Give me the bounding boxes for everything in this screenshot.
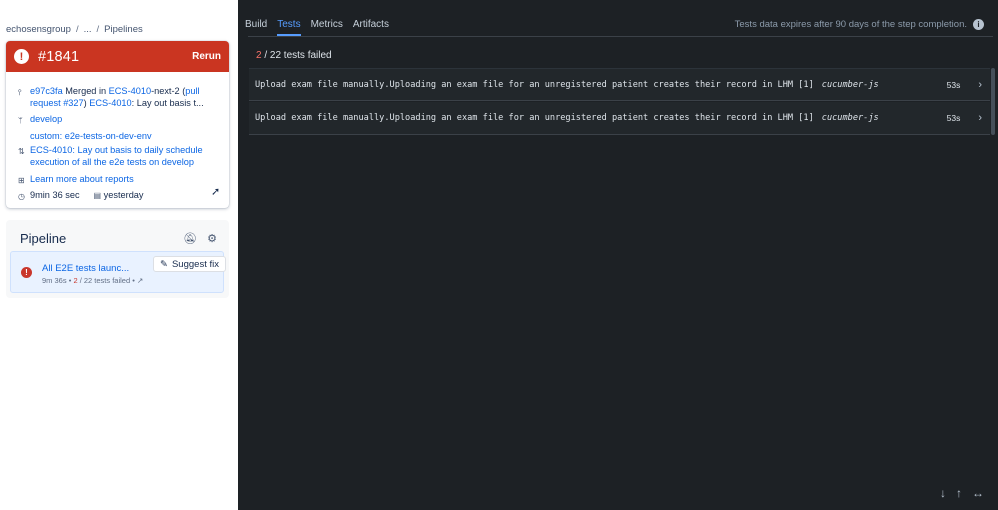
commit-text: Merged in: [62, 86, 109, 96]
test-duration: 53s: [946, 113, 961, 123]
test-summary: 2 / 22 tests failed: [256, 50, 332, 61]
learn-more-link[interactable]: Learn more about reports: [30, 174, 134, 186]
step-error-icon: !: [21, 267, 32, 278]
branch-info: ᛘ develop: [18, 114, 62, 126]
step-duration: 9m 36s: [42, 276, 67, 285]
mouse-cursor-icon: ➚: [211, 186, 221, 198]
expiry-note: Tests data expires after 90 days of the …: [735, 19, 984, 30]
step-bullet: •: [68, 276, 72, 285]
pipeline-step[interactable]: ! All E2E tests launc... 9m 36s • 2 / 22…: [10, 251, 226, 293]
branch-link[interactable]: develop: [30, 114, 62, 126]
suggest-fix-label: Suggest fix: [171, 258, 219, 270]
build-number: #1841: [38, 48, 80, 65]
arrow-down-icon[interactable]: ↓: [940, 486, 946, 500]
commit-text: -next-2 (: [151, 86, 186, 96]
test-framework: cucumber-js: [821, 79, 879, 90]
breadcrumb-ellipsis[interactable]: ...: [84, 24, 92, 35]
test-row[interactable]: Upload exam file manually.Uploading an e…: [249, 102, 990, 135]
info-icon[interactable]: i: [973, 19, 984, 30]
breadcrumb-workspace[interactable]: echosensgroup: [6, 24, 71, 35]
step-total: / 22 tests failed: [77, 276, 131, 285]
expand-horizontal-icon[interactable]: ↔: [972, 486, 984, 500]
breadcrumb-separator: /: [96, 24, 100, 35]
build-date: yesterday: [103, 190, 144, 200]
test-duration: 53s: [946, 79, 961, 90]
tab-divider: [248, 36, 993, 37]
tab-build[interactable]: Build: [245, 19, 267, 36]
commit-issue-link[interactable]: ECS-4010: [109, 86, 151, 96]
breadcrumb-separator: /: [75, 24, 79, 35]
chevron-right-icon[interactable]: ›: [978, 112, 982, 124]
expiry-text: Tests data expires after 90 days of the …: [734, 19, 967, 30]
commit-text: : Lay out basis t...: [131, 97, 204, 108]
custom-pipeline-link[interactable]: custom: e2e-tests-on-dev-env: [30, 131, 152, 143]
tab-artifacts[interactable]: Artifacts: [353, 19, 389, 36]
test-name: Upload exam file manually.Uploading an e…: [255, 113, 814, 123]
suggest-fix-button[interactable]: ✎ Suggest fix: [153, 256, 226, 272]
tab-bar: Build Tests Metrics Artifacts: [245, 19, 389, 36]
commit-hash-link[interactable]: e97c3fa: [30, 86, 63, 96]
bell-off-icon[interactable]: 🔕︎: [183, 232, 197, 245]
log-panel: Build Tests Metrics Artifacts Tests data…: [238, 0, 998, 510]
pull-request-info: ⇅ ECS-4010: Lay out basis to daily sched…: [18, 145, 218, 168]
tab-tests[interactable]: Tests: [277, 19, 301, 36]
tab-metrics[interactable]: Metrics: [311, 19, 343, 36]
branch-icon: ᛘ: [18, 116, 23, 125]
external-link-icon[interactable]: ↗: [137, 276, 143, 285]
breadcrumb: echosensgroup /... / Pipelines: [6, 24, 143, 35]
clock-icon: ◷: [18, 192, 25, 201]
left-panel: echosensgroup /... / Pipelines ! #1841 Reru…: [0, 0, 238, 510]
pipeline-title: Pipeline: [20, 231, 67, 246]
log-controls: ↓ ↑ ↔: [940, 486, 984, 500]
breadcrumb-current[interactable]: Pipelines: [104, 24, 143, 35]
summary-total: / 22 tests failed: [261, 50, 332, 61]
pipeline-actions: 🔕︎ ⚙: [183, 232, 217, 245]
chevron-right-icon[interactable]: ›: [978, 79, 982, 91]
test-framework: cucumber-js: [821, 113, 879, 123]
learn-more-row: ⊞ Learn more about reports: [18, 174, 134, 186]
step-meta: 9m 36s • 2 / 22 tests failed • ↗: [42, 276, 143, 285]
build-meta: ◷ 9min 36 sec ▤ yesterday: [18, 190, 144, 202]
test-name: Upload exam file manually.Uploading an e…: [255, 79, 814, 90]
commit-icon: ⫯: [18, 88, 22, 97]
wand-icon: ✎: [160, 258, 168, 270]
pull-request-title-link[interactable]: ECS-4010: Lay out basis to daily schedul…: [30, 145, 218, 168]
error-icon: !: [14, 49, 29, 64]
arrow-up-icon[interactable]: ↑: [956, 486, 962, 500]
step-bullet: •: [132, 276, 135, 285]
step-name[interactable]: All E2E tests launc...: [42, 263, 129, 274]
scrollbar[interactable]: [991, 68, 995, 135]
pipeline-card: Pipeline 🔕︎ ⚙ ! All E2E tests launc... 9…: [6, 220, 229, 298]
rerun-button[interactable]: Rerun: [192, 51, 221, 62]
build-duration: 9min 36 sec: [30, 190, 80, 200]
commit-info: ⫯ e97c3fa Merged in ECS-4010-next-2 (pul…: [18, 86, 218, 109]
report-icon: ⊞: [18, 176, 25, 185]
build-header: ! #1841 Rerun: [6, 41, 229, 72]
gear-icon[interactable]: ⚙: [207, 232, 217, 245]
calendar-icon: ▤: [93, 191, 102, 200]
build-card: ! #1841 Rerun ⫯ e97c3fa Merged in ECS-40…: [6, 41, 229, 208]
commit-issue-link-2[interactable]: ECS-4010: [89, 98, 131, 108]
pull-request-icon: ⇅: [18, 147, 25, 156]
test-row[interactable]: Upload exam file manually.Uploading an e…: [249, 68, 990, 101]
